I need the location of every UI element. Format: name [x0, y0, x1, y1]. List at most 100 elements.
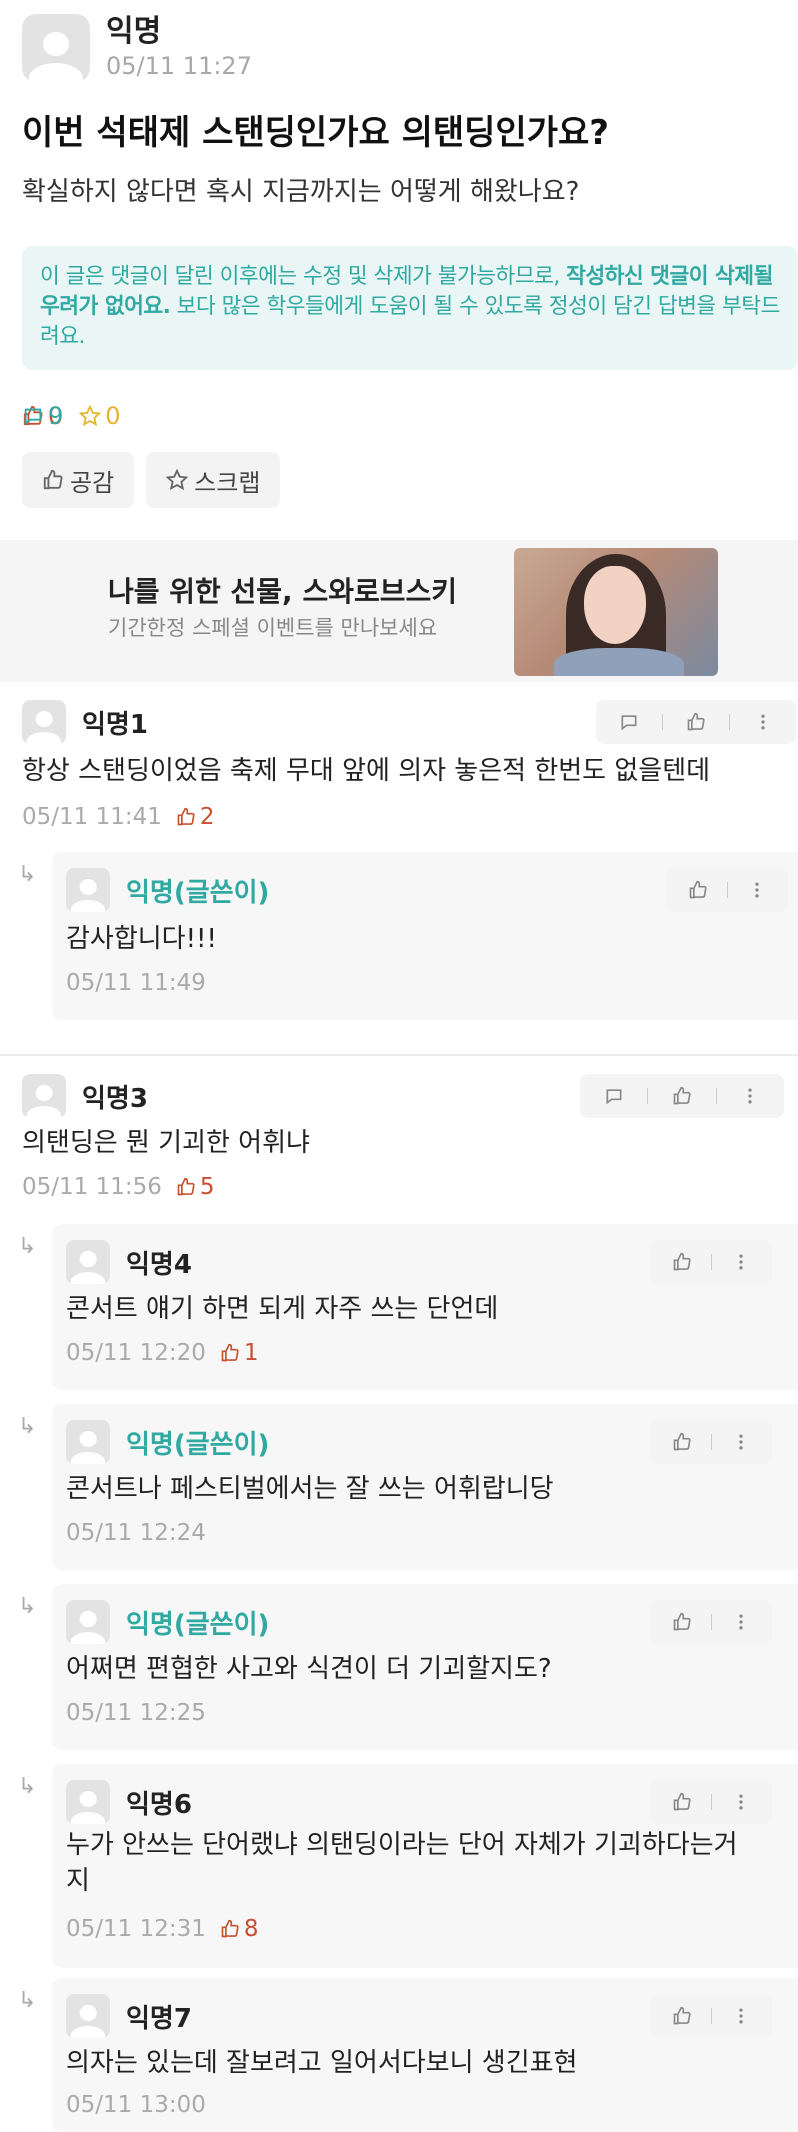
thumbs-up-icon — [177, 1177, 195, 1196]
scrap-button[interactable]: 스크랩 — [146, 452, 281, 508]
thumbs-up-icon — [43, 469, 63, 490]
comment-text: 콘서트 얘기 하면 되게 자주 쓰는 단언데 — [66, 1294, 499, 1324]
comment-meta: 05/11 12:31 8 — [66, 1916, 259, 1942]
commenter-avatar — [22, 1074, 66, 1118]
more-button[interactable] — [723, 1784, 759, 1820]
more-button[interactable] — [723, 1244, 759, 1280]
more-vertical-icon — [738, 1434, 743, 1450]
reply-button[interactable] — [596, 1078, 632, 1114]
post-header: 익명 05/11 11:27 — [22, 14, 252, 82]
thumbs-up-icon — [673, 1432, 691, 1451]
post-actions: 공감 스크랩 — [22, 452, 292, 508]
reply-button[interactable] — [611, 704, 647, 740]
post-stats: 0 9 0 — [22, 402, 137, 430]
empathy-button[interactable]: 공감 — [22, 452, 135, 508]
comment-toolbar — [650, 1420, 772, 1464]
comment-icon — [621, 715, 637, 731]
thumbs-up-icon — [689, 880, 707, 899]
comment-like-button[interactable] — [664, 1604, 700, 1640]
comment-like-button[interactable] — [664, 1424, 700, 1460]
commenter-avatar — [66, 1420, 110, 1464]
thumbs-up-icon — [673, 2006, 691, 2025]
more-button[interactable] — [723, 1424, 759, 1460]
comment-toolbar — [650, 1600, 772, 1644]
reply: 익명(글쓴이) 감사합니다!!! 05/11 11:49 — [52, 852, 798, 1020]
more-vertical-icon — [738, 1254, 743, 1270]
post-body: 확실하지 않다면 혹시 지금까지는 어떻게 해왔나요? — [22, 177, 580, 207]
comment-text: 의탠딩은 뭔 기괴한 어휘냐 — [22, 1128, 310, 1158]
comment: 익명1 항상 스탠딩이었음 축제 무대 앞에 의자 놓은적 한번도 없을텐데 0… — [0, 700, 798, 1050]
more-vertical-icon — [748, 1088, 752, 1104]
more-vertical-icon — [738, 2008, 743, 2024]
comment-toolbar — [650, 1240, 772, 1284]
commenter-avatar — [66, 1780, 110, 1824]
comment-time: 05/11 12:25 — [66, 1700, 206, 1726]
reply: 익명6 누가 안쓰는 단어랬냐 의탠딩이라는 단어 자체가 기괴하다는거 지 0… — [52, 1764, 798, 1968]
commenter-name: 익명6 — [126, 1789, 192, 1820]
ad-title: 나를 위한 선물, 스와로브스키 — [108, 575, 458, 608]
comment-like-button[interactable] — [664, 1078, 700, 1114]
comment-like-button[interactable] — [664, 1998, 700, 2034]
comment-time: 05/11 12:24 — [66, 1520, 206, 1546]
commenter-name: 익명1 — [82, 709, 148, 740]
commenter-avatar — [66, 1240, 110, 1284]
commenter-name: 익명4 — [126, 1249, 192, 1280]
commenter-name: 익명(글쓴이) — [126, 1609, 270, 1640]
comment-toolbar — [666, 868, 788, 912]
commenter-avatar — [22, 700, 66, 744]
comment-like-button[interactable] — [664, 1244, 700, 1280]
comment-like-button[interactable] — [664, 1784, 700, 1820]
comment-likes: 1 — [220, 1340, 259, 1366]
comment-notice: 이 글은 댓글이 달린 이후에는 수정 및 삭제가 불가능하므로, 작성하신 댓… — [22, 246, 798, 370]
comment-likes: 2 — [176, 804, 215, 830]
comment-toolbar — [596, 700, 796, 744]
comment-meta: 05/11 13:00 — [66, 2092, 206, 2118]
post-title: 이번 석태제 스탠딩인가요 의탠딩인가요? — [22, 113, 609, 153]
comment-meta: 05/11 12:20 1 — [66, 1340, 259, 1366]
comment-text-continued: 지 — [66, 1866, 90, 1896]
more-vertical-icon — [738, 1794, 743, 1810]
comment-time: 05/11 11:56 — [22, 1174, 162, 1200]
commenter-avatar — [66, 1600, 110, 1644]
more-button[interactable] — [732, 1078, 768, 1114]
comment-text: 콘서트나 페스티벌에서는 잘 쓰는 어휘랍니당 — [66, 1474, 554, 1504]
more-button[interactable] — [723, 1604, 759, 1640]
comment-icon — [606, 1089, 622, 1105]
comment-toolbar — [650, 1994, 772, 2038]
more-button[interactable] — [739, 872, 775, 908]
divider — [0, 1054, 798, 1056]
comment-text: 항상 스탠딩이었음 축제 무대 앞에 의자 놓은적 한번도 없을텐데 — [22, 756, 711, 786]
commenter-name: 익명(글쓴이) — [126, 877, 270, 908]
comment-time: 05/11 12:20 — [66, 1340, 206, 1366]
reply-arrow-icon: ↳ — [18, 862, 37, 887]
reply-arrow-icon: ↳ — [18, 1234, 37, 1259]
reply-arrow-icon: ↳ — [18, 1594, 37, 1619]
more-button[interactable] — [723, 1998, 759, 2034]
reply: 익명7 의자는 있는데 잘보려고 일어서다보니 생긴표현 05/11 13:00 — [52, 1978, 798, 2132]
thumbs-up-icon — [221, 1343, 239, 1362]
reply: 익명(글쓴이) 어쩌면 편협한 사고와 식견이 더 기괴할지도? 05/11 1… — [52, 1584, 798, 1750]
author-avatar — [22, 14, 90, 82]
ad-banner[interactable]: 나를 위한 선물, 스와로브스키 기간한정 스페셜 이벤트를 만나보세요 — [0, 540, 798, 682]
reply-arrow-icon: ↳ — [18, 1988, 37, 2013]
reply-arrow-icon: ↳ — [18, 1774, 37, 1799]
thumbs-up-icon — [177, 807, 195, 826]
more-vertical-icon — [754, 882, 759, 898]
commenter-name: 익명3 — [82, 1083, 148, 1114]
commenter-name: 익명7 — [126, 2003, 192, 2034]
comment-likes: 8 — [220, 1916, 259, 1942]
star-icon — [166, 469, 189, 491]
comment-count: 9 — [22, 402, 798, 430]
post-author: 익명 — [106, 14, 162, 49]
comment-meta: 05/11 12:25 — [66, 1700, 206, 1726]
thumbs-up-icon — [673, 1252, 691, 1271]
comment-meta: 05/11 11:49 — [66, 970, 206, 996]
reply: 익명(글쓴이) 콘서트나 페스티벌에서는 잘 쓰는 어휘랍니당 05/11 12… — [52, 1404, 798, 1570]
comment-like-button[interactable] — [680, 872, 716, 908]
comment-like-button[interactable] — [678, 704, 714, 740]
comment-time: 05/11 11:49 — [66, 970, 206, 996]
more-button[interactable] — [745, 704, 781, 740]
comment-text: 어쩌면 편협한 사고와 식견이 더 기괴할지도? — [66, 1654, 552, 1684]
thumbs-up-icon — [673, 1086, 691, 1105]
notice-text: 이 글은 댓글이 달린 이후에는 수정 및 삭제가 불가능하므로, — [40, 264, 567, 289]
